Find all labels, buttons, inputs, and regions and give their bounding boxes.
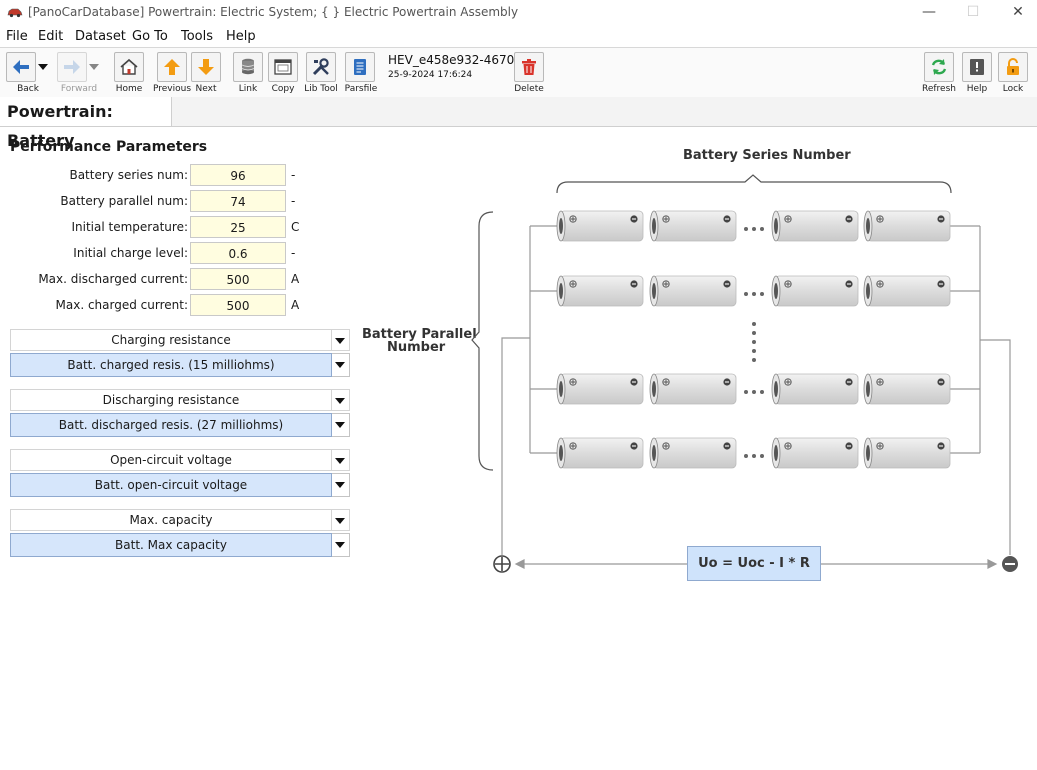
- series-ellipsis: [744, 227, 764, 231]
- negative-terminal-icon: [1002, 556, 1018, 572]
- parallel-ellipsis: [752, 322, 756, 362]
- battery-cell: [771, 373, 859, 405]
- positive-terminal-icon: [493, 555, 511, 573]
- battery-pack-diagram: [471, 174, 1018, 573]
- battery-cell: [863, 437, 951, 469]
- output-voltage-formula: Uo = Uoc - I * R: [687, 546, 821, 581]
- battery-cell: [556, 275, 644, 307]
- battery-cell: [556, 437, 644, 469]
- battery-cell: [863, 373, 951, 405]
- battery-cell: [649, 437, 737, 469]
- battery-cell: [771, 275, 859, 307]
- battery-cell: [863, 275, 951, 307]
- series-ellipsis: [744, 390, 764, 394]
- battery-cell: [863, 210, 951, 242]
- battery-cell: [649, 210, 737, 242]
- battery-cell: [556, 373, 644, 405]
- battery-cell: [771, 210, 859, 242]
- series-ellipsis: [744, 292, 764, 296]
- battery-cell: [649, 373, 737, 405]
- series-ellipsis: [744, 454, 764, 458]
- battery-cell: [649, 275, 737, 307]
- battery-cell: [556, 210, 644, 242]
- series-brace: [556, 174, 952, 194]
- parallel-brace: [471, 211, 494, 471]
- battery-cell: [771, 437, 859, 469]
